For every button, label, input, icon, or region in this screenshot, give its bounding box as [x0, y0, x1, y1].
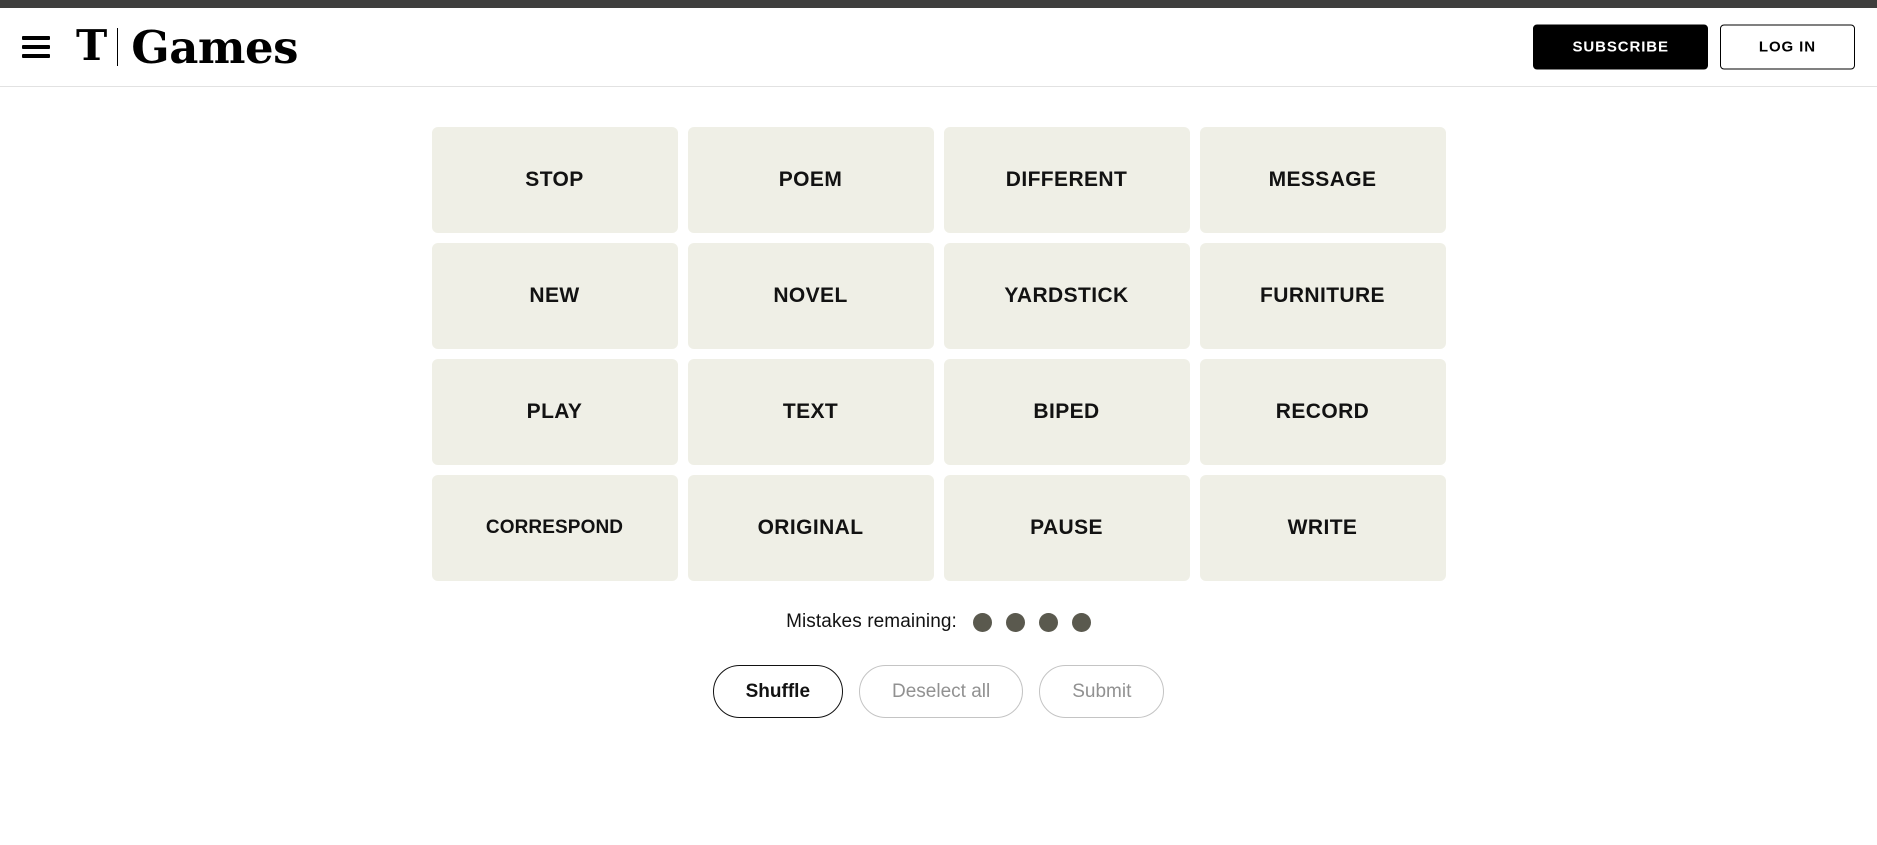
mistake-dot [1005, 612, 1025, 632]
word-tile[interactable]: WRITE [1199, 475, 1446, 581]
word-tile-label: NEW [529, 284, 580, 307]
word-tile-label: FURNITURE [1260, 284, 1385, 307]
word-tile-label: POEM [778, 168, 843, 191]
mistakes-remaining-label: Mistakes remaining: [786, 611, 957, 632]
mistakes-remaining: Mistakes remaining: [786, 611, 1091, 633]
shuffle-button[interactable]: Shuffle [712, 665, 844, 718]
word-tile[interactable]: ORIGINAL [687, 475, 934, 581]
word-tile[interactable]: YARDSTICK [943, 243, 1190, 349]
connections-grid: STOP POEM DIFFERENT MESSAGE NEW NOVEL YA… [431, 127, 1446, 581]
login-button[interactable]: LOG IN [1719, 24, 1855, 70]
word-tile[interactable]: PLAY [431, 359, 678, 465]
hamburger-bar-2 [22, 45, 50, 49]
nyt-games-logo[interactable]: T Games [76, 25, 298, 70]
games-wordmark: Games [131, 20, 298, 74]
nyt-t-logo-icon: T [76, 21, 107, 70]
deselect-all-button[interactable]: Deselect all [859, 665, 1024, 718]
word-tile-label: BIPED [1033, 400, 1100, 423]
word-tile-label: MESSAGE [1268, 168, 1377, 191]
word-tile-label: DIFFERENT [1005, 168, 1128, 191]
word-tile[interactable]: FURNITURE [1199, 243, 1446, 349]
submit-button[interactable]: Submit [1039, 665, 1165, 718]
word-tile[interactable]: PAUSE [943, 475, 1190, 581]
word-tile[interactable]: POEM [687, 127, 934, 233]
word-tile-label: TEXT [782, 400, 839, 423]
word-tile-label: ORIGINAL [757, 516, 864, 539]
word-tile-label: WRITE [1287, 516, 1358, 539]
word-tile-label: RECORD [1275, 400, 1370, 423]
header-right-group: SUBSCRIBE LOG IN [1533, 24, 1855, 70]
hamburger-bar-1 [22, 36, 50, 40]
site-header: T Games SUBSCRIBE LOG IN [0, 8, 1877, 87]
word-tile[interactable]: CORRESPOND [431, 475, 678, 581]
logo-divider [117, 28, 119, 66]
header-left-group: T Games [0, 25, 298, 70]
hamburger-bar-3 [22, 54, 50, 58]
top-accent-bar [0, 0, 1877, 8]
mistake-dot [972, 612, 992, 632]
word-tile[interactable]: NEW [431, 243, 678, 349]
word-tile[interactable]: BIPED [943, 359, 1190, 465]
word-tile-label: STOP [525, 168, 584, 191]
word-tile-label: NOVEL [773, 284, 848, 307]
word-tile-label: YARDSTICK [1004, 284, 1129, 307]
word-tile-label: PAUSE [1030, 516, 1103, 539]
hamburger-menu-icon[interactable] [22, 36, 50, 58]
word-tile[interactable]: MESSAGE [1199, 127, 1446, 233]
word-tile[interactable]: RECORD [1199, 359, 1446, 465]
subscribe-button[interactable]: SUBSCRIBE [1533, 24, 1708, 70]
mistake-dot [1071, 612, 1091, 632]
word-tile-label: CORRESPOND [485, 517, 624, 538]
word-tile[interactable]: TEXT [687, 359, 934, 465]
word-tile[interactable]: NOVEL [687, 243, 934, 349]
word-tile[interactable]: STOP [431, 127, 678, 233]
mistake-dot [1038, 612, 1058, 632]
connections-game: STOP POEM DIFFERENT MESSAGE NEW NOVEL YA… [0, 87, 1877, 718]
word-tile-label: PLAY [526, 400, 583, 423]
mistake-dots [972, 612, 1091, 632]
game-controls: Shuffle Deselect all Submit [712, 665, 1165, 718]
word-tile[interactable]: DIFFERENT [943, 127, 1190, 233]
